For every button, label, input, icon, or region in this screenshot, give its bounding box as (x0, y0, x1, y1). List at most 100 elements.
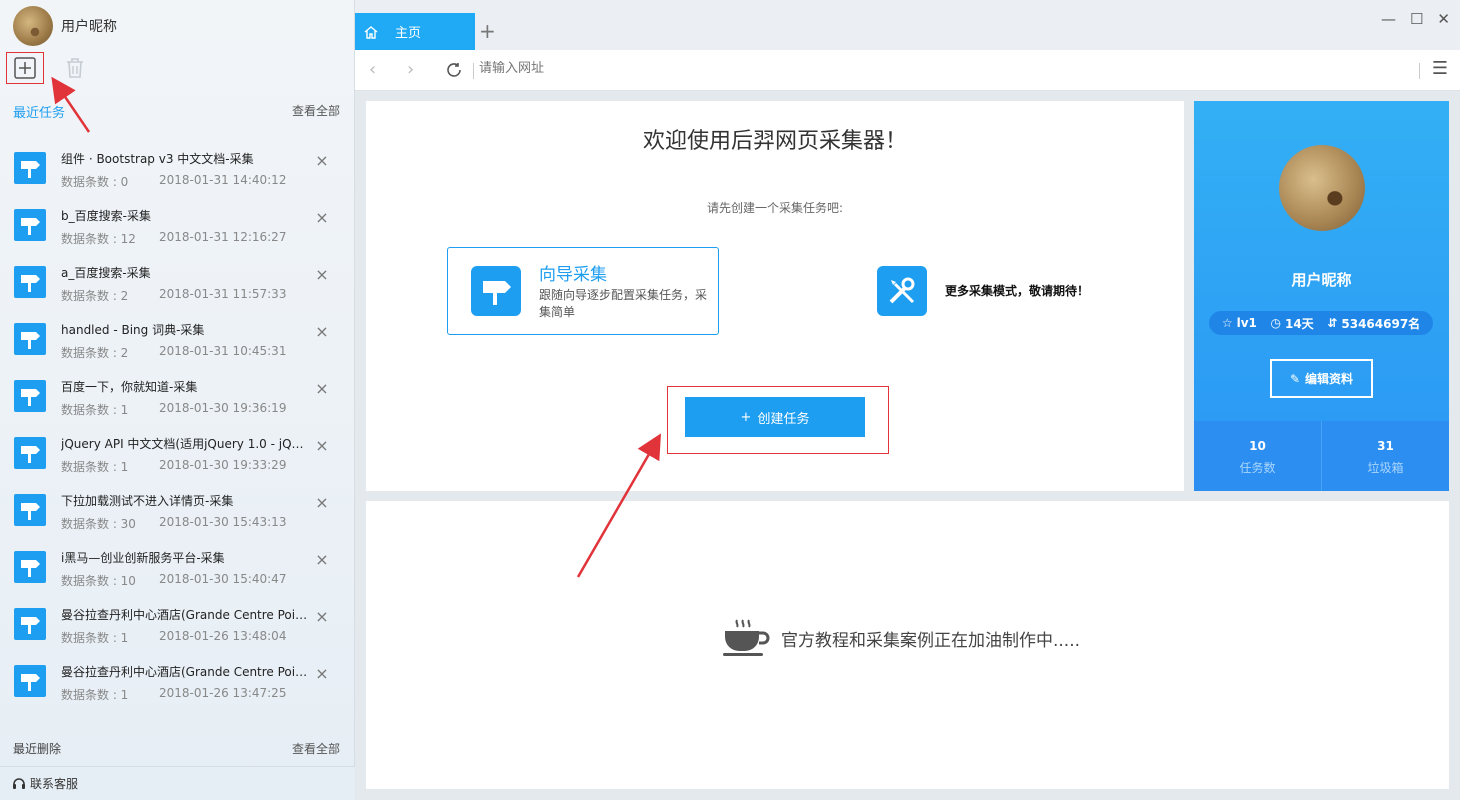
task-item[interactable]: 百度一下，你就知道-采集 数据条数 : 1 2018-01-30 19:36:1… (0, 368, 355, 425)
close-window-icon[interactable]: ✕ (1437, 10, 1450, 28)
trash-stat[interactable]: 31 垃圾箱 (1321, 421, 1449, 491)
welcome-title: 欢迎使用后羿网页采集器！ (642, 129, 907, 154)
task-count-stat[interactable]: 10 任务数 (1194, 421, 1321, 491)
star-icon: ☆ (1221, 316, 1233, 330)
maximize-icon[interactable]: ☐ (1410, 10, 1423, 28)
wizard-description: 跟随向导逐步配置采集任务，采集简单 (539, 288, 708, 319)
task-item[interactable]: b_百度搜索-采集 数据条数 : 12 2018-01-31 12:16:27 … (0, 197, 355, 254)
rank-value: 53464697名 (1341, 316, 1421, 331)
task-count: 数据条数 : 12 (61, 232, 136, 246)
add-square-icon (14, 57, 36, 79)
signpost-icon (14, 665, 46, 697)
profile-footer: 10 任务数 31 垃圾箱 (1194, 421, 1449, 491)
close-icon[interactable]: × (315, 493, 329, 512)
close-icon[interactable]: × (315, 664, 329, 683)
signpost-icon (14, 494, 46, 526)
refresh-icon[interactable] (445, 61, 463, 79)
days-value: 14天 (1284, 316, 1314, 331)
trash-count-value: 31 (1377, 439, 1394, 453)
pencil-icon: ✎ (1289, 371, 1301, 386)
close-icon[interactable]: × (315, 550, 329, 569)
signpost-icon (14, 266, 46, 298)
welcome-panel: 欢迎使用后羿网页采集器！ 请先创建一个采集任务吧: 向导采集 跟随向导逐步配置采… (366, 101, 1184, 491)
task-time: 2018-01-26 13:47:25 (159, 686, 287, 700)
task-item[interactable]: 曼谷拉查丹利中心酒店(Grande Centre Point... 数据条数 :… (0, 596, 355, 653)
close-icon[interactable]: × (315, 607, 329, 626)
task-item[interactable]: jQuery API 中文文档(适用jQuery 1.0 - jQuery...… (0, 425, 355, 482)
forward-icon[interactable]: › (407, 59, 414, 80)
task-title: handled - Bing 词典-采集 (61, 323, 205, 337)
task-item[interactable]: 曼谷拉查丹利中心酒店(Grande Centre Point... 数据条数 :… (0, 653, 355, 710)
task-title: i黑马—创业创新服务平台-采集 (61, 551, 225, 565)
user-info[interactable]: 用户昵称 (13, 6, 117, 46)
create-task-button[interactable]: + 创建任务 (685, 397, 865, 437)
task-title: 百度一下，你就知道-采集 (61, 380, 198, 394)
minimize-icon[interactable]: — (1381, 10, 1396, 28)
task-count: 数据条数 : 1 (61, 403, 129, 417)
task-item[interactable]: a_百度搜索-采集 数据条数 : 2 2018-01-31 11:57:33 × (0, 254, 355, 311)
new-task-button[interactable] (6, 52, 44, 84)
tools-icon (877, 266, 927, 316)
days-stat: ◷ 14天 (1271, 315, 1314, 332)
task-time: 2018-01-31 11:57:33 (159, 287, 287, 301)
wizard-title: 向导采集 (539, 265, 607, 285)
divider (1419, 63, 1420, 79)
task-time: 2018-01-30 19:33:29 (159, 458, 287, 472)
close-icon[interactable]: × (315, 265, 329, 284)
tutorial-text: 官方教程和采集案例正在加油制作中..... (781, 630, 1081, 651)
tutorial-panel: 官方教程和采集案例正在加油制作中..... (366, 501, 1449, 789)
rank-icon: ⇵ (1327, 316, 1338, 330)
clock-icon: ◷ (1270, 316, 1281, 330)
close-icon[interactable]: × (315, 151, 329, 170)
sidebar-toolbar (6, 52, 94, 84)
headset-icon (13, 777, 25, 789)
wizard-collect-card[interactable]: 向导采集 跟随向导逐步配置采集任务，采集简单 (447, 247, 719, 335)
signpost-icon (471, 266, 521, 316)
support-label: 联系客服 (30, 777, 79, 791)
task-count-label: 任务数 (1239, 461, 1276, 475)
task-time: 2018-01-30 15:40:47 (159, 572, 287, 586)
url-input[interactable] (479, 61, 1079, 76)
task-count: 数据条数 : 1 (61, 460, 129, 474)
trash-label: 垃圾箱 (1367, 461, 1404, 475)
recent-tasks-header: 最近任务 查看全部 (13, 102, 340, 121)
profile-nickname: 用户昵称 (1291, 271, 1352, 289)
task-item[interactable]: handled - Bing 词典-采集 数据条数 : 2 2018-01-31… (0, 311, 355, 368)
home-icon (364, 25, 378, 39)
task-item[interactable]: 下拉加载测试不进入详情页-采集 数据条数 : 30 2018-01-30 15:… (0, 482, 355, 539)
avatar[interactable] (13, 6, 53, 46)
back-icon[interactable]: ‹ (369, 59, 376, 80)
user-nickname: 用户昵称 (61, 19, 117, 35)
close-icon[interactable]: × (315, 208, 329, 227)
task-title: a_百度搜索-采集 (61, 266, 151, 280)
view-all-link[interactable]: 查看全部 (292, 102, 340, 121)
tab-home[interactable]: 主页 (355, 13, 475, 50)
edit-profile-button[interactable]: ✎ 编辑资料 (1270, 359, 1373, 398)
task-title: jQuery API 中文文档(适用jQuery 1.0 - jQuery... (61, 437, 311, 451)
tutorial-message: 官方教程和采集案例正在加油制作中..... (721, 618, 1080, 658)
create-task-label: 创建任务 (757, 411, 810, 427)
task-count: 数据条数 : 10 (61, 574, 136, 588)
task-item[interactable]: 组件 · Bootstrap v3 中文文档-采集 数据条数 : 0 2018-… (0, 140, 355, 197)
contact-support[interactable]: 联系客服 (0, 766, 355, 800)
deleted-view-all-link[interactable]: 查看全部 (292, 740, 340, 757)
plus-icon: + (740, 409, 752, 425)
close-icon[interactable]: × (315, 379, 329, 398)
task-item[interactable]: i黑马—创业创新服务平台-采集 数据条数 : 10 2018-01-30 15:… (0, 539, 355, 596)
tab-bar: 主页 + — ☐ ✕ (355, 0, 1460, 50)
delete-button[interactable] (56, 52, 94, 84)
menu-icon[interactable]: ☰ (1432, 58, 1448, 79)
avatar[interactable] (1279, 145, 1365, 231)
task-time: 2018-01-31 14:40:12 (159, 173, 287, 187)
task-count-value: 10 (1249, 439, 1266, 453)
close-icon[interactable]: × (315, 436, 329, 455)
task-count: 数据条数 : 2 (61, 289, 129, 303)
edit-profile-label: 编辑资料 (1305, 372, 1354, 386)
level-stat: ☆ lv1 (1222, 316, 1257, 330)
rank-stat: ⇵ 53464697名 (1327, 315, 1420, 332)
add-tab-button[interactable]: + (479, 19, 496, 43)
task-count: 数据条数 : 1 (61, 688, 129, 702)
task-list: 组件 · Bootstrap v3 中文文档-采集 数据条数 : 0 2018-… (0, 140, 355, 710)
close-icon[interactable]: × (315, 322, 329, 341)
task-time: 2018-01-31 10:45:31 (159, 344, 287, 358)
